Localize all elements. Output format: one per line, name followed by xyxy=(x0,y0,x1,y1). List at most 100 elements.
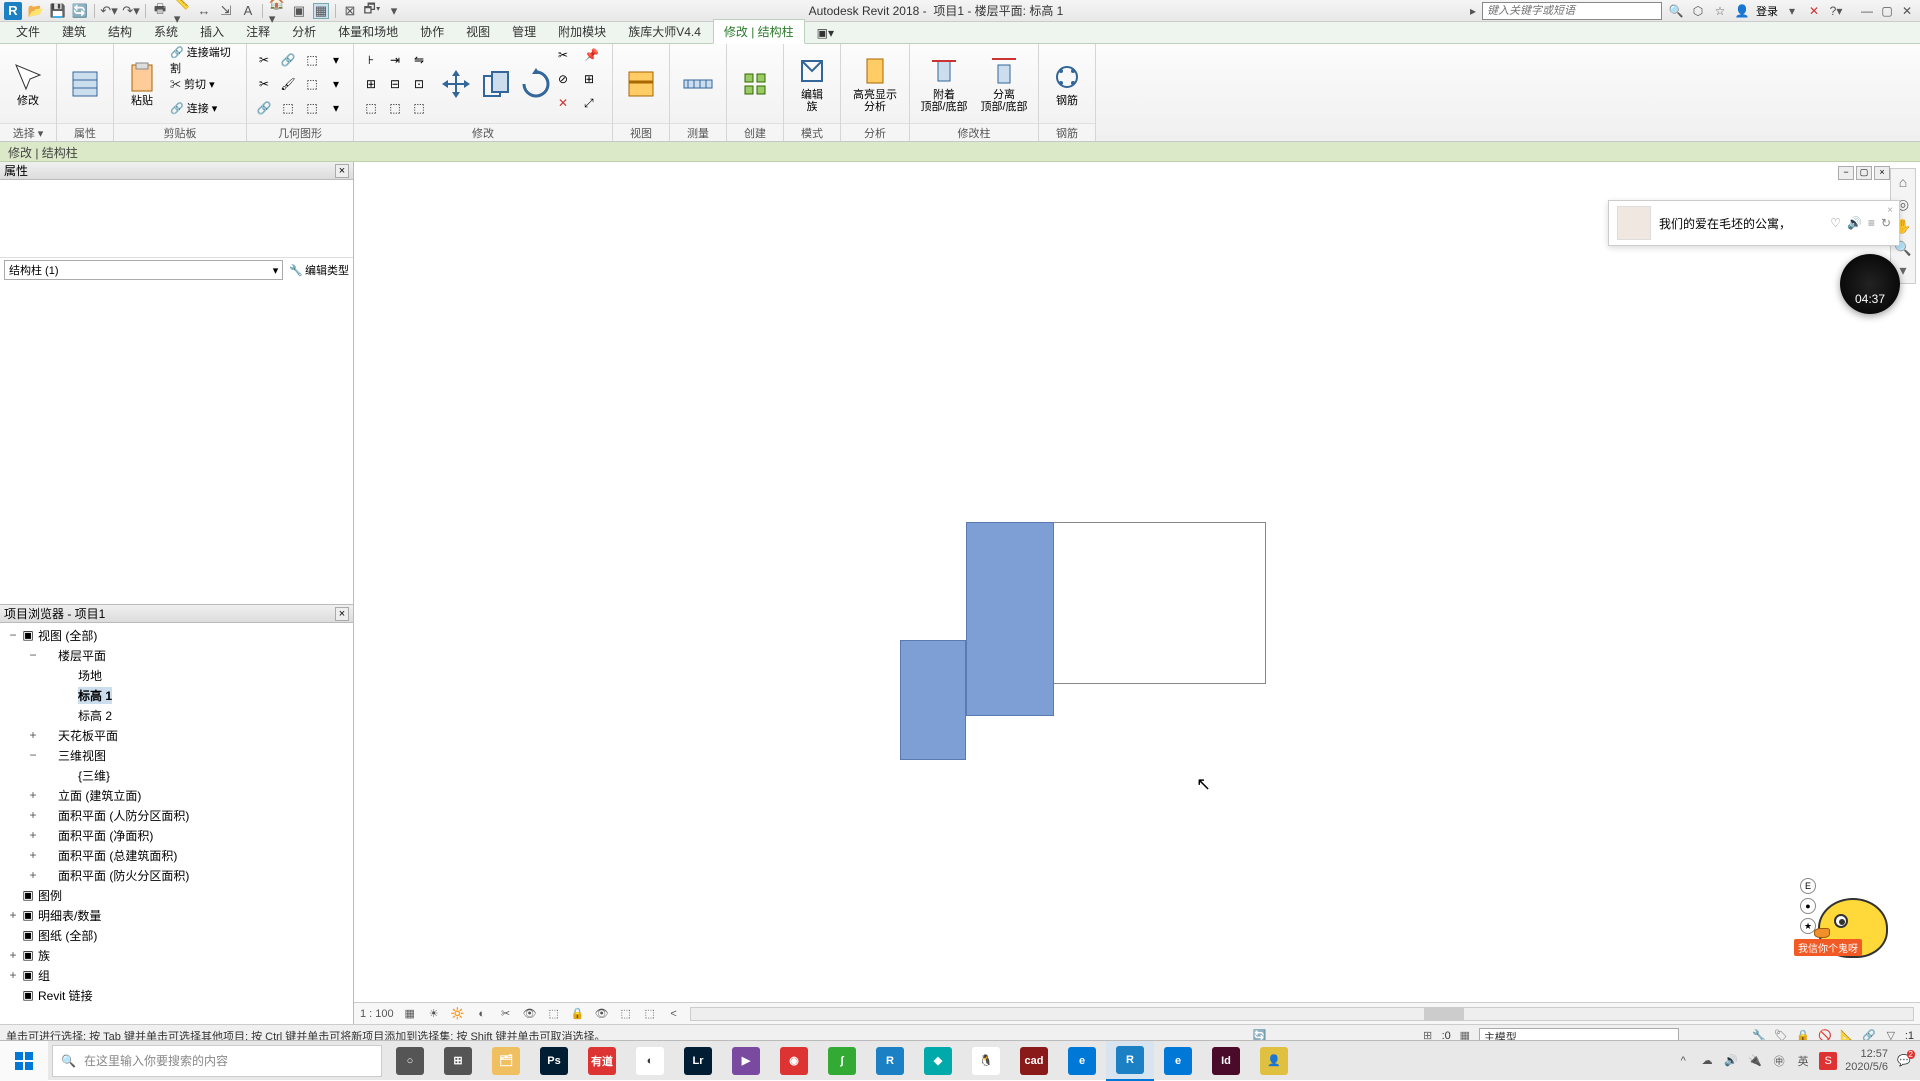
ribbon-tab[interactable]: 系统 xyxy=(144,20,188,43)
scroll-left-icon[interactable]: < xyxy=(666,1006,682,1022)
qat-switch-icon[interactable]: 🗗▾ xyxy=(364,3,380,19)
tool-icon[interactable]: 🖌 xyxy=(277,73,299,95)
column-element-selected[interactable] xyxy=(966,522,1054,716)
taskbar-app-cad[interactable]: cad xyxy=(1010,1041,1058,1081)
move-button[interactable] xyxy=(438,48,474,120)
pet-control-dot[interactable]: ● xyxy=(1800,898,1816,914)
join-button[interactable]: 🔗 连接 ▾ xyxy=(168,97,240,119)
properties-close-icon[interactable]: × xyxy=(335,164,349,178)
rebar-button[interactable]: 钢筋 xyxy=(1045,48,1089,120)
sun-path-icon[interactable]: 🔆 xyxy=(450,1006,466,1022)
qat-redo-icon[interactable]: ↷▾ xyxy=(123,3,139,19)
tray-power-icon[interactable]: 🔌 xyxy=(1747,1053,1763,1069)
help-icon[interactable]: ?▾ xyxy=(1828,3,1844,19)
ime-lang-icon[interactable]: 英 xyxy=(1795,1053,1811,1069)
start-button[interactable] xyxy=(0,1041,48,1081)
highlight-analytical-button[interactable]: 高亮显示 分析 xyxy=(847,48,903,120)
taskbar-app-taskview[interactable]: ⊞ xyxy=(434,1041,482,1081)
heart-icon[interactable]: ♡ xyxy=(1830,216,1841,230)
signin-icon[interactable]: 👤 xyxy=(1734,3,1750,19)
reveal-icon[interactable]: 👁 xyxy=(594,1006,610,1022)
qat-text-icon[interactable]: A xyxy=(240,3,256,19)
horizontal-scrollbar[interactable] xyxy=(690,1007,1914,1021)
ime-icon[interactable]: ㊥ xyxy=(1771,1053,1787,1069)
search-arrow-icon[interactable]: ▸ xyxy=(1470,4,1476,18)
infocenter-search-icon[interactable]: 🔍 xyxy=(1668,3,1684,19)
tool-icon[interactable]: ⬚ xyxy=(384,97,406,119)
taskbar-app-ie[interactable]: e xyxy=(1154,1041,1202,1081)
close-button[interactable]: ✕ xyxy=(1898,3,1916,19)
tree-item[interactable]: {三维} xyxy=(0,765,353,785)
qat-open-icon[interactable]: 📂 xyxy=(28,3,44,19)
scale-label[interactable]: 1 : 100 xyxy=(360,1008,394,1020)
ribbon-tab[interactable]: 体量和场地 xyxy=(328,20,408,43)
tree-expander-icon[interactable]: + xyxy=(26,828,40,842)
exchange-icon[interactable]: ✕ xyxy=(1806,3,1822,19)
taskbar-app-cortana[interactable]: ○ xyxy=(386,1041,434,1081)
paste-button[interactable]: 粘贴 xyxy=(120,48,164,120)
qat-measure-icon[interactable]: 📏▾ xyxy=(174,3,190,19)
nav-home-icon[interactable]: ⌂ xyxy=(1893,173,1913,191)
tool-icon[interactable]: ⊟ xyxy=(384,73,406,95)
taskbar-app-edge[interactable]: e xyxy=(1058,1041,1106,1081)
tool-icon[interactable]: ✂ xyxy=(253,73,275,95)
taskbar-app-cyan[interactable]: ◆ xyxy=(914,1041,962,1081)
tree-item[interactable]: +面积平面 (人防分区面积) xyxy=(0,805,353,825)
tool-icon[interactable]: ⬚ xyxy=(301,73,323,95)
tool-icon[interactable]: ⬚ xyxy=(277,97,299,119)
help-search-input[interactable] xyxy=(1482,2,1662,20)
repeat-icon[interactable]: ↻ xyxy=(1881,216,1891,230)
tree-expander-icon[interactable]: − xyxy=(26,648,40,662)
ribbon-tab[interactable]: 文件 xyxy=(6,20,50,43)
detach-top-base-button[interactable]: 分离 顶部/底部 xyxy=(976,48,1032,120)
tree-expander-icon[interactable]: − xyxy=(26,748,40,762)
crop-visible-icon[interactable]: 👁 xyxy=(522,1006,538,1022)
taskbar-app-qq[interactable]: 🐧 xyxy=(962,1041,1010,1081)
tree-item[interactable]: +▣族 xyxy=(0,945,353,965)
ribbon-tab[interactable]: 族库大师V4.4 xyxy=(618,20,711,43)
taskbar-app-app[interactable]: 👤 xyxy=(1250,1041,1298,1081)
tree-expander-icon[interactable]: − xyxy=(6,628,20,642)
pet-control-e[interactable]: E xyxy=(1800,878,1816,894)
measure-button[interactable] xyxy=(676,48,720,120)
taskbar-app-ps[interactable]: Ps xyxy=(530,1041,578,1081)
tree-item[interactable]: +▣组 xyxy=(0,965,353,985)
tool-icon[interactable]: ⊡ xyxy=(408,73,430,95)
tree-item[interactable]: 场地 xyxy=(0,665,353,685)
qat-align-icon[interactable]: ⇲ xyxy=(218,3,234,19)
lock-icon[interactable]: 🔒 xyxy=(570,1006,586,1022)
recording-timer-widget[interactable]: 04:37 xyxy=(1840,254,1900,314)
taskbar-app-red[interactable]: ◉ xyxy=(770,1041,818,1081)
edit-family-button[interactable]: 编辑 族 xyxy=(790,48,834,120)
ribbon-tab[interactable]: 插入 xyxy=(190,20,234,43)
widget-close-icon[interactable]: × xyxy=(1887,205,1893,216)
tree-item[interactable]: 标高 2 xyxy=(0,705,353,725)
tool-icon[interactable]: ⬚ xyxy=(360,97,382,119)
taskbar-clock[interactable]: 12:57 2020/5/6 xyxy=(1845,1048,1888,1074)
volume-icon[interactable]: 🔊 xyxy=(1847,216,1862,230)
tool-icon[interactable]: ⊞ xyxy=(360,73,382,95)
detail-level-icon[interactable]: ▦ xyxy=(402,1006,418,1022)
browser-tree[interactable]: −▣视图 (全部)−楼层平面场地标高 1标高 2+天花板平面−三维视图{三维}+… xyxy=(0,623,353,1024)
tree-item[interactable]: ▣图纸 (全部) xyxy=(0,925,353,945)
properties-button[interactable] xyxy=(63,48,107,120)
tree-expander-icon[interactable]: + xyxy=(26,808,40,822)
tree-item[interactable]: +天花板平面 xyxy=(0,725,353,745)
tree-item[interactable]: +面积平面 (总建筑面积) xyxy=(0,845,353,865)
ribbon-tab[interactable]: 管理 xyxy=(502,20,546,43)
tree-item[interactable]: −三维视图 xyxy=(0,745,353,765)
hide-isolate-icon[interactable]: ⬚ xyxy=(546,1006,562,1022)
modify-tool-button[interactable]: 修改 xyxy=(6,48,50,120)
cut-button[interactable]: ✂ 剪切 ▾ xyxy=(168,73,240,95)
tray-overflow-icon[interactable]: ^ xyxy=(1675,1053,1691,1069)
tool-icon[interactable]: ⬚ xyxy=(408,97,430,119)
favorite-icon[interactable]: ☆ xyxy=(1712,3,1728,19)
tree-item[interactable]: −楼层平面 xyxy=(0,645,353,665)
ribbon-tab[interactable]: 建筑 xyxy=(52,20,96,43)
pin-icon[interactable]: 📌 xyxy=(584,48,606,70)
maximize-button[interactable]: ▢ xyxy=(1878,3,1896,19)
create-button[interactable] xyxy=(733,48,777,120)
analytical-icon[interactable]: ⬚ xyxy=(618,1006,634,1022)
notification-icon[interactable]: 💬 2 xyxy=(1896,1053,1912,1069)
scale-icon[interactable]: ⤢ xyxy=(584,96,606,118)
